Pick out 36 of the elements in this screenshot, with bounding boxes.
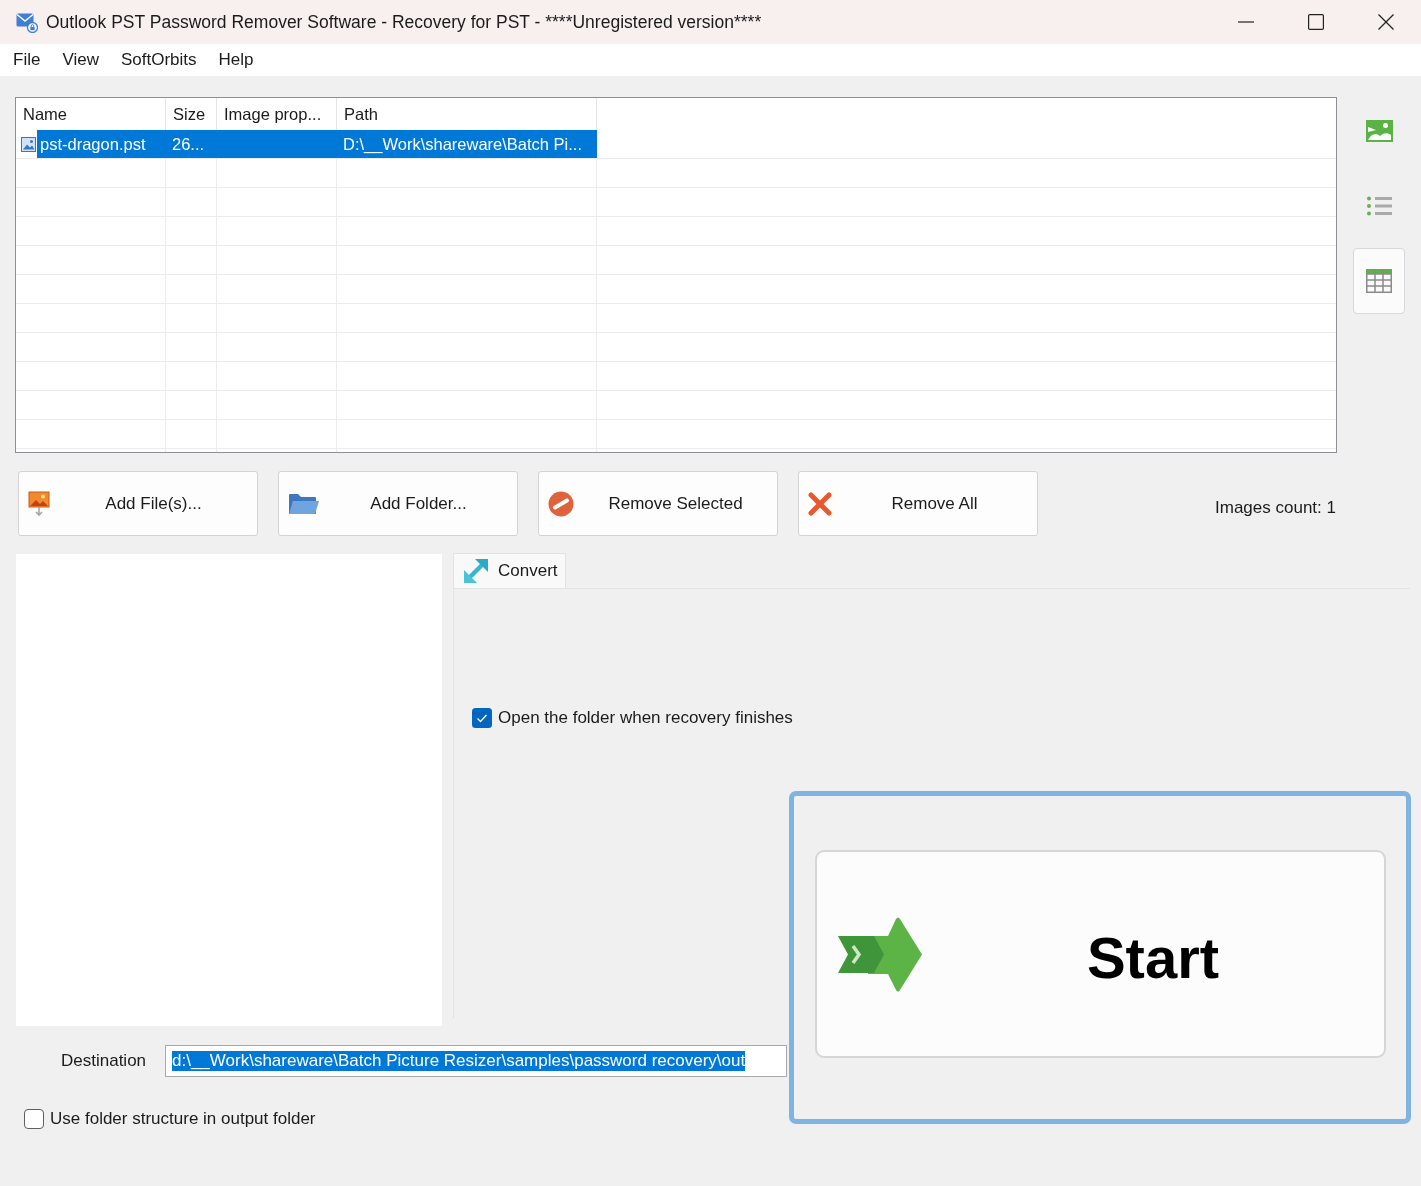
arrow-icon (838, 915, 922, 993)
window-title: Outlook PST Password Remover Software - Recovery for PST - ****Unregistered version**** (46, 11, 762, 33)
table-cell: D:\__Work\shareware\Batch Pi... (343, 134, 583, 154)
cross-icon (808, 491, 832, 516)
table-cell: 26... (172, 134, 205, 154)
remove-selected-button[interactable]: Remove Selected (538, 471, 778, 536)
remove-all-button[interactable]: Remove All (798, 471, 1038, 536)
menu-item[interactable]: SoftOrbits (120, 50, 197, 70)
list-icon (1366, 196, 1392, 216)
add-files-button[interactable]: Add File(s)... (18, 471, 258, 536)
image-icon (1365, 120, 1393, 142)
table-cell: pst-dragon.pst (40, 134, 146, 154)
close-icon (1378, 14, 1394, 30)
no-entry-icon (548, 490, 574, 517)
menu-item[interactable]: View (62, 50, 99, 70)
table-icon (1366, 269, 1392, 293)
menu-item[interactable]: File (13, 50, 41, 70)
mail-app-icon (16, 11, 38, 33)
maximize-icon (1308, 14, 1324, 30)
destination-label: Destination (61, 1051, 148, 1071)
menu-item[interactable]: Help (218, 50, 254, 70)
image-file-icon (21, 136, 36, 152)
destination-field[interactable]: d:\__Work\shareware\Batch Picture Resizer\samples\password recovery\out (165, 1045, 787, 1077)
checkbox-label[interactable]: Use folder structure in output folder (50, 1109, 316, 1129)
resize-arrow-icon (463, 558, 489, 584)
checkbox[interactable] (24, 1109, 44, 1129)
folder-icon (288, 492, 320, 515)
minimize-icon (1238, 21, 1254, 23)
add-folder-button[interactable]: Add Folder... (278, 471, 518, 536)
convert-tab[interactable]: Convert (453, 553, 566, 588)
picture-icon (28, 490, 50, 517)
checkbox-label[interactable]: Open the folder when recovery finishes (498, 708, 793, 728)
images-count-label: Images count: 1 (1215, 498, 1336, 518)
checkbox[interactable] (472, 708, 492, 728)
start-button[interactable]: Start (815, 850, 1386, 1058)
table-view-button[interactable] (1353, 248, 1405, 314)
